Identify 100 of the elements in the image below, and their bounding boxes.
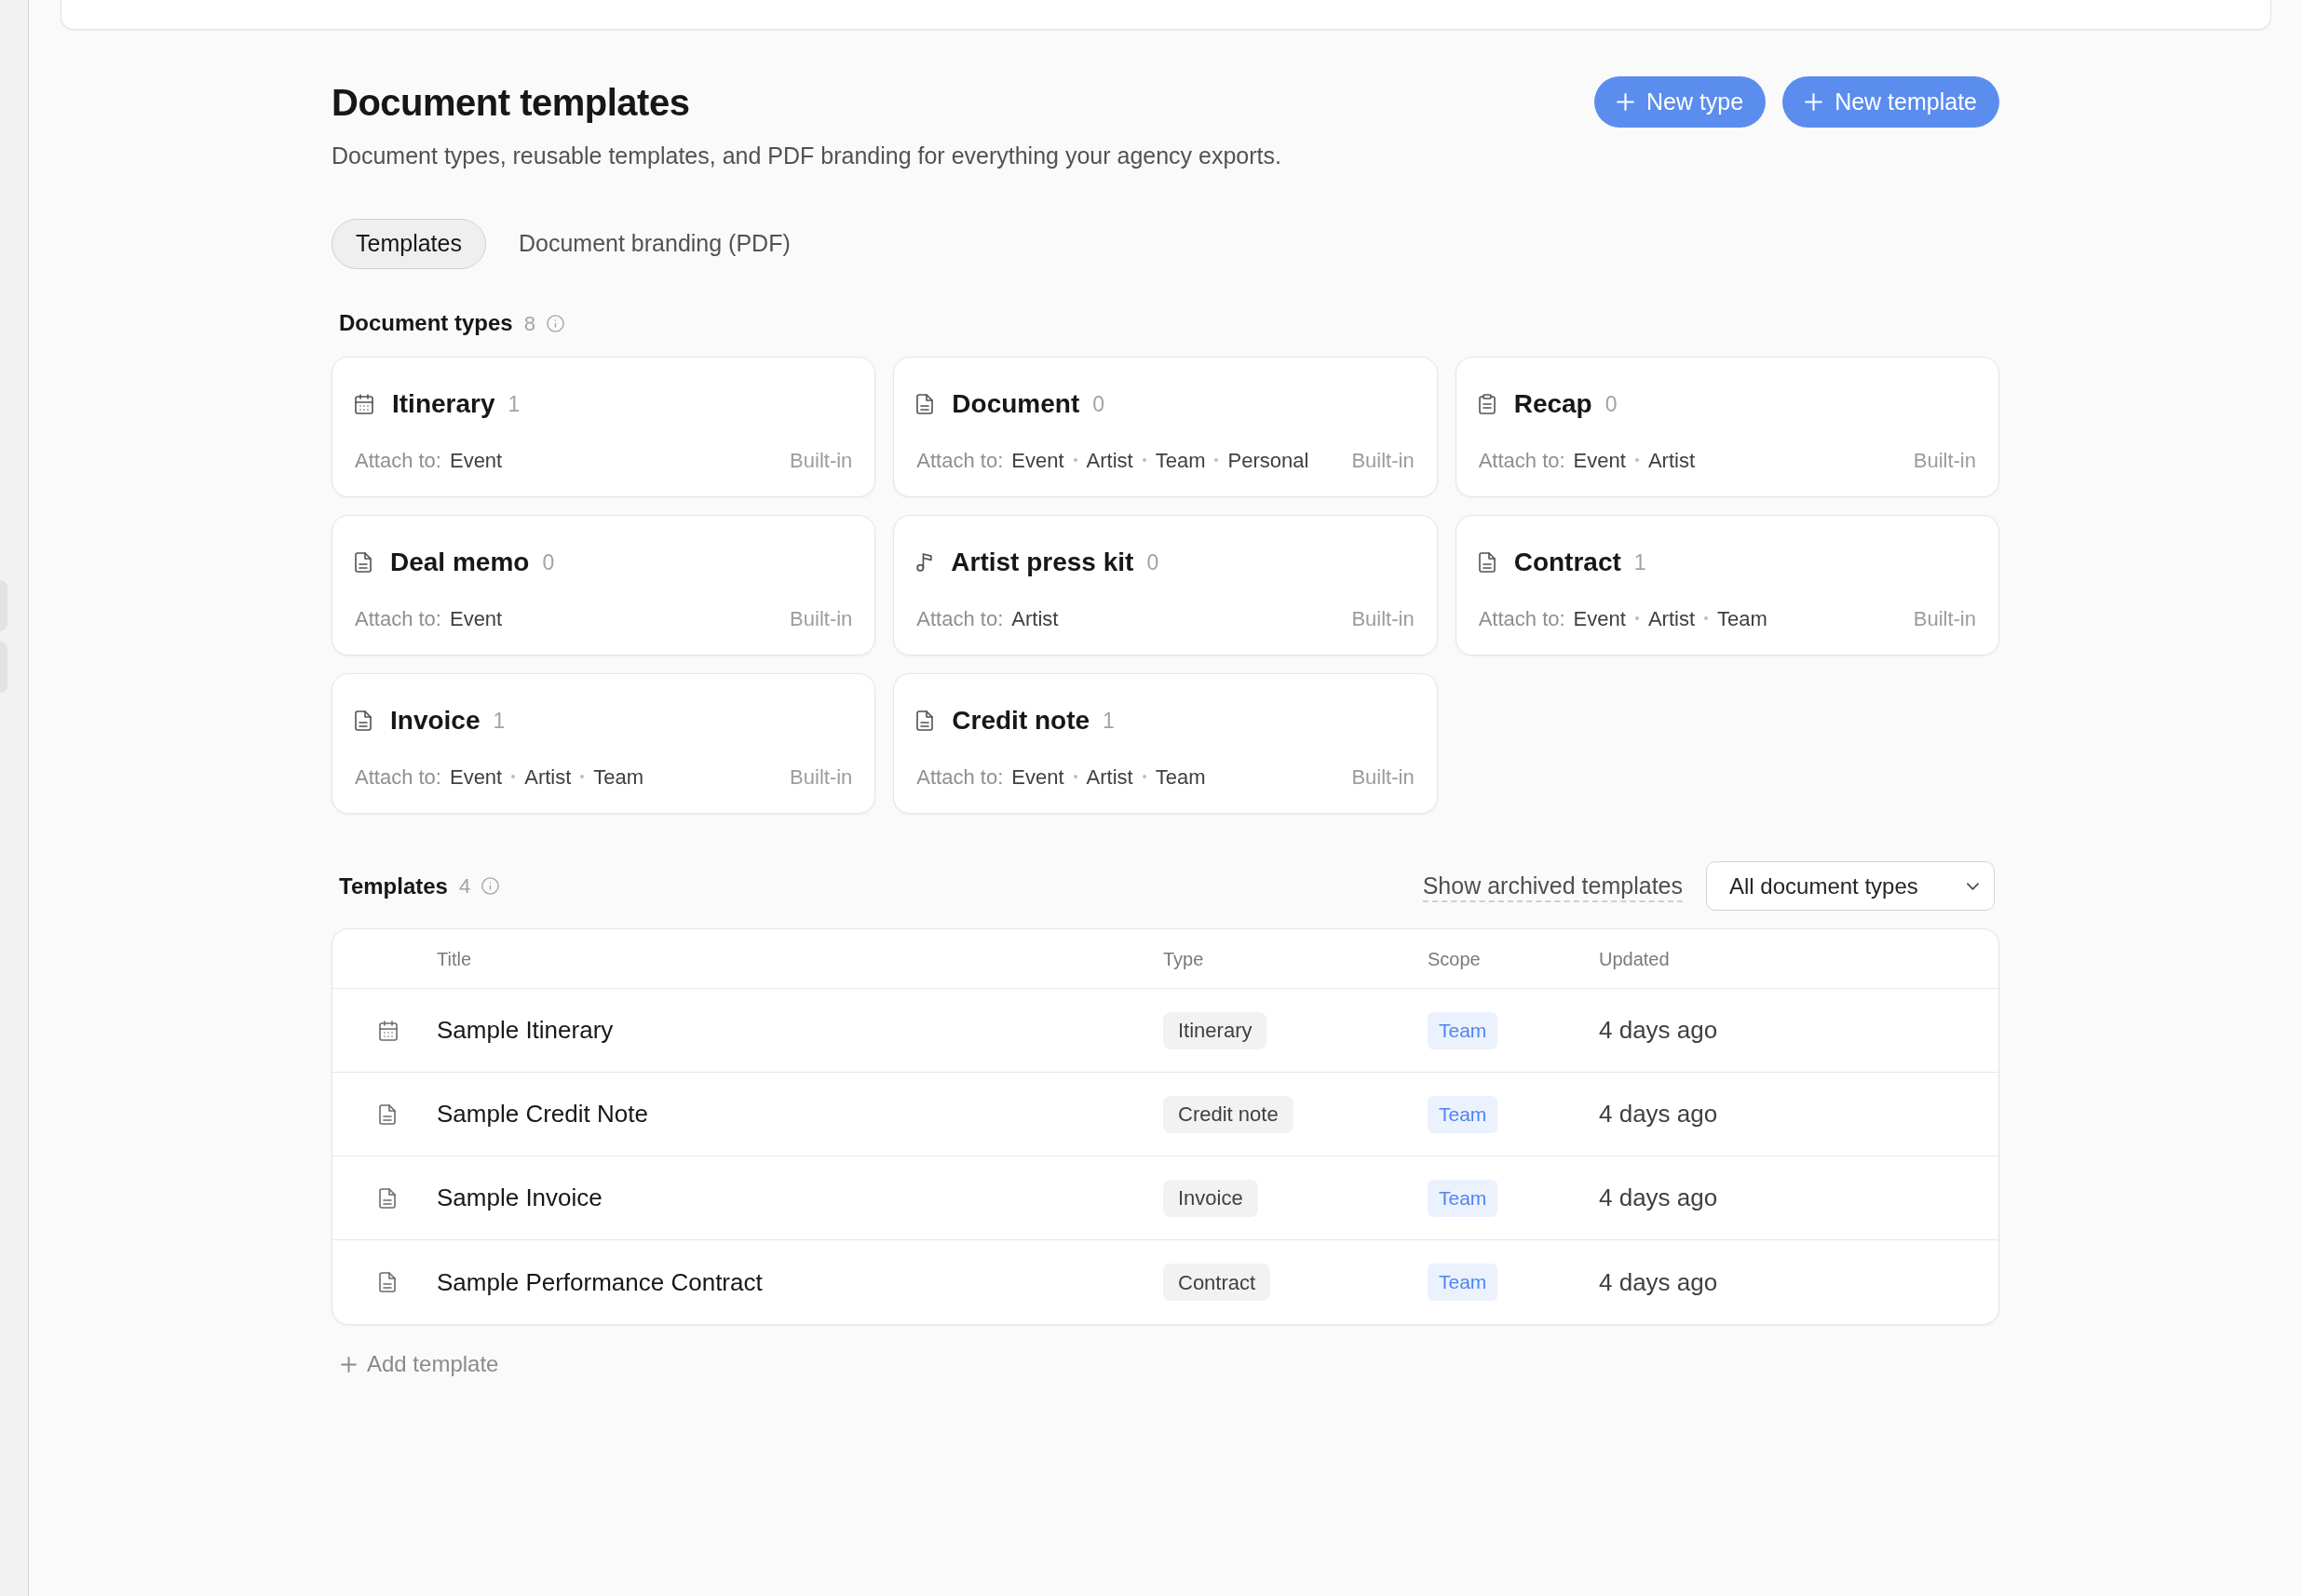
built-in-label: Built-in [1913, 605, 1976, 632]
built-in-label: Built-in [1351, 447, 1415, 474]
type-filter-dropdown[interactable]: All document types [1706, 861, 1995, 911]
music-note-icon [916, 553, 933, 572]
attach-label: Attach to: [355, 447, 441, 474]
document-icon [379, 1272, 396, 1292]
column-header: Title [437, 948, 472, 969]
updated-time: 4 days ago [1599, 1016, 1718, 1044]
info-icon[interactable] [481, 877, 500, 895]
clipboard-icon [1478, 394, 1496, 414]
calendar-icon [355, 394, 373, 414]
info-icon[interactable] [546, 314, 564, 332]
built-in-label: Built-in [790, 764, 853, 791]
built-in-label: Built-in [1913, 447, 1976, 474]
card-count: 1 [1103, 707, 1115, 735]
scope-tag: Team [1428, 1095, 1498, 1133]
scope-tag: Team [1428, 1011, 1498, 1049]
card-count: 1 [1633, 548, 1646, 576]
document-icon [1478, 552, 1496, 573]
attach-label: Attach to: [916, 605, 1004, 632]
show-archived-link[interactable]: Show archived templates [1422, 870, 1683, 902]
type-tag: Contract [1163, 1264, 1271, 1301]
document-icon [355, 710, 372, 731]
template-title: Sample Itinerary [437, 1016, 614, 1044]
attach-target: Team [1717, 605, 1767, 632]
page-subtitle: Document types, reusable templates, and PDF branding for everything your agency exports. [332, 142, 1281, 170]
document-type-card[interactable]: Document 0 Attach to: Event Artist Team Personal Built-in [893, 357, 1438, 497]
chevron-down-icon [1967, 882, 1979, 890]
attach-label: Attach to: [1478, 605, 1565, 632]
column-header: Scope [1428, 948, 1481, 969]
updated-time: 4 days ago [1599, 1183, 1718, 1211]
section-heading: Document types [339, 309, 513, 337]
tab[interactable]: Templates [332, 219, 486, 269]
attach-target: Event [1011, 447, 1064, 474]
template-title: Sample Invoice [437, 1183, 603, 1211]
document-type-card[interactable]: Contract 1 Attach to: Event Artist Team Built-in [1455, 515, 1999, 656]
document-type-card[interactable]: Itinerary 1 Attach to: Event Built-in [332, 357, 876, 497]
card-count: 0 [1146, 548, 1159, 576]
column-header: Updated [1599, 948, 1670, 969]
section-heading: Templates [339, 872, 448, 900]
attach-target: Event [449, 764, 503, 791]
attach-target: Artist [1647, 447, 1695, 474]
attach-target: Artist [1086, 764, 1133, 791]
document-icon [379, 1187, 396, 1209]
section-count: 8 [523, 310, 535, 337]
attach-target: Event [1573, 605, 1626, 632]
card-title: Artist press kit [951, 547, 1134, 578]
built-in-label: Built-in [1351, 764, 1415, 791]
attach-target: Artist [524, 764, 572, 791]
attach-target: Team [593, 764, 644, 791]
section-count: 4 [458, 873, 471, 899]
type-tag: Itinerary [1163, 1011, 1267, 1049]
card-count: 0 [1605, 390, 1618, 418]
attach-target: Event [1573, 447, 1626, 474]
attach-target: Event [1011, 764, 1064, 791]
updated-time: 4 days ago [1599, 1267, 1718, 1296]
attach-target: Artist [1086, 447, 1133, 474]
document-type-card[interactable]: Artist press kit 0 Attach to: Artist Built-in [893, 515, 1438, 656]
attach-label: Attach to: [355, 605, 441, 632]
attach-label: Attach to: [916, 764, 1004, 791]
document-icon [379, 1103, 396, 1125]
card-count: 1 [508, 390, 521, 418]
built-in-label: Built-in [790, 447, 853, 474]
template-title: Sample Credit Note [437, 1100, 648, 1128]
document-type-card[interactable]: Invoice 1 Attach to: Event Artist Team Built-in [332, 673, 876, 814]
document-type-card[interactable]: Credit note 1 Attach to: Event Artist Team Built-in [893, 673, 1438, 814]
tab[interactable]: Document branding (PDF) [494, 219, 815, 269]
scope-tag: Team [1428, 1264, 1498, 1301]
card-title: Deal memo [390, 547, 530, 578]
plus-icon [1805, 93, 1823, 111]
card-title: Itinerary [392, 388, 495, 420]
attach-target: Artist [1011, 605, 1059, 632]
attach-target: Artist [1647, 605, 1695, 632]
document-icon [916, 710, 934, 731]
card-title: Contract [1513, 547, 1621, 578]
built-in-label: Built-in [790, 605, 853, 632]
document-type-card[interactable]: Deal memo 0 Attach to: Event Built-in [332, 515, 876, 656]
card-count: 0 [1092, 390, 1105, 418]
template-title: Sample Performance Contract [437, 1267, 763, 1296]
attach-target: Event [449, 447, 503, 474]
attach-target: Team [1155, 764, 1206, 791]
attach-target: Personal [1227, 447, 1309, 474]
plus-icon [1616, 93, 1634, 111]
card-count: 1 [493, 707, 506, 735]
updated-time: 4 days ago [1599, 1100, 1718, 1128]
scope-tag: Team [1428, 1179, 1498, 1217]
type-tag: Invoice [1163, 1179, 1258, 1217]
page-title: Document templates [332, 81, 691, 125]
type-tag: Credit note [1163, 1095, 1293, 1133]
card-title: Credit note [952, 705, 1090, 737]
card-title: Document [952, 388, 1080, 420]
document-icon [916, 394, 934, 414]
document-type-card[interactable]: Recap 0 Attach to: Event Artist Built-in [1455, 357, 1999, 497]
built-in-label: Built-in [1351, 605, 1415, 632]
card-count: 0 [542, 548, 555, 576]
card-title: Invoice [390, 705, 481, 737]
document-icon [355, 552, 372, 573]
card-title: Recap [1513, 388, 1592, 420]
plus-icon [341, 1356, 357, 1373]
attach-label: Attach to: [355, 764, 441, 791]
